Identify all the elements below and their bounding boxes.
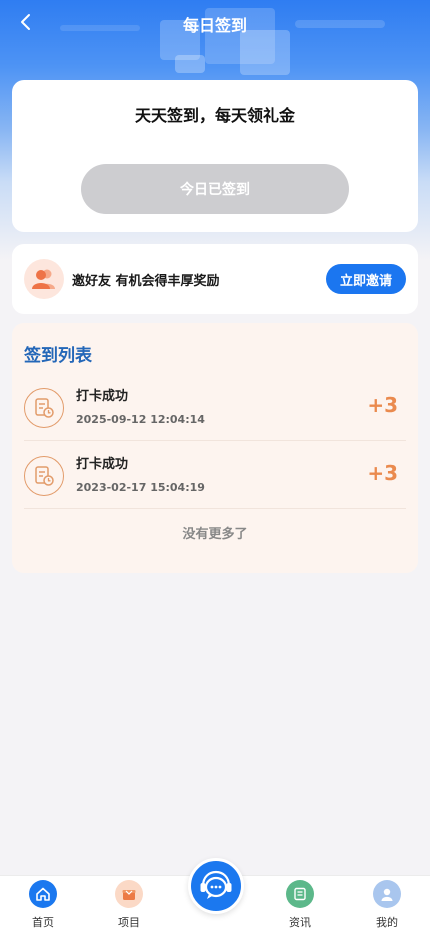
calendar-clock-icon	[24, 456, 64, 496]
tab-projects[interactable]: 项目	[99, 880, 159, 932]
record-points: +3	[367, 461, 398, 485]
home-icon	[29, 880, 57, 908]
customer-service-button[interactable]	[188, 858, 244, 914]
record-title: 打卡成功	[76, 457, 129, 472]
tab-label: 首页	[32, 916, 54, 929]
invite-button[interactable]: 立即邀请	[326, 264, 406, 294]
page-title: 每日签到	[182, 16, 247, 35]
user-icon	[373, 880, 401, 908]
tab-label: 我的	[376, 916, 398, 929]
sign-in-list-card: 签到列表 打卡成功 2025-09-12 12:04:14 +3 打卡成功 20…	[12, 323, 418, 573]
record-time: 2023-02-17 15:04:19	[76, 481, 205, 494]
list-end-text: 没有更多了	[182, 527, 248, 542]
calendar-clock-icon	[24, 388, 64, 428]
signed-in-button[interactable]: 今日已签到	[81, 164, 349, 214]
users-icon	[24, 259, 64, 299]
list-item: 打卡成功 2025-09-12 12:04:14 +3	[24, 375, 406, 441]
sign-in-slogan: 天天签到，每天领礼金	[134, 106, 295, 125]
tab-me[interactable]: 我的	[357, 880, 417, 932]
tab-news[interactable]: 资讯	[270, 880, 330, 932]
decor-block	[175, 55, 205, 73]
record-title: 打卡成功	[76, 389, 129, 404]
record-time: 2025-09-12 12:04:14	[76, 413, 205, 426]
tab-home[interactable]: 首页	[13, 880, 73, 932]
list-item: 打卡成功 2023-02-17 15:04:19 +3	[24, 443, 406, 509]
nav-bar: 每日签到	[0, 0, 430, 46]
tab-label: 项目	[118, 916, 140, 929]
gift-icon	[115, 880, 143, 908]
invite-text: 邀好友 有机会得丰厚奖励	[72, 274, 220, 289]
tab-label: 资讯	[289, 916, 311, 929]
customer-service-icon	[200, 870, 232, 899]
news-icon	[286, 880, 314, 908]
sign-in-card: 天天签到，每天领礼金 今日已签到	[12, 80, 418, 232]
invite-card: 邀好友 有机会得丰厚奖励 立即邀请	[12, 244, 418, 314]
record-points: +3	[367, 393, 398, 417]
list-title: 签到列表	[24, 346, 92, 366]
